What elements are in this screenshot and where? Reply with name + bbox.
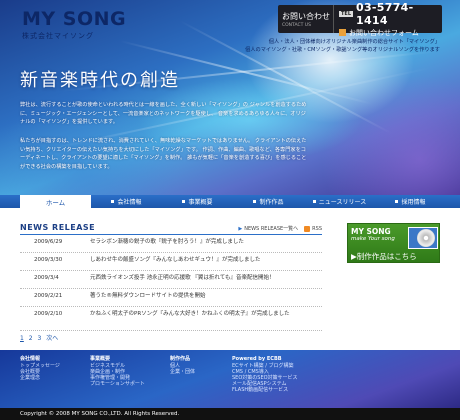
footer-link[interactable]: プロモーションサポート bbox=[90, 381, 145, 387]
footer-link[interactable]: FLASH動画配信サービス bbox=[232, 387, 298, 393]
tagline-line: 個人・法人・団体様向けオリジナル楽曲制作の総合サイト「マイソング」 bbox=[268, 39, 440, 45]
rss-link[interactable]: RSS bbox=[312, 226, 322, 232]
nav-item-business[interactable]: 事業概要 bbox=[162, 195, 233, 208]
news-item[interactable]: 2009/6/29 セラシボン漸穂の鋭子の歌『鋭子を肘ろう！』が完成しました bbox=[20, 235, 322, 253]
news-headline[interactable]: しあわせ牛の飯盛ソング『みんなしあわせギュウ！』が完成しました bbox=[90, 257, 322, 265]
footer-heading[interactable]: 制作作品 bbox=[170, 356, 195, 362]
hero-title: 新音楽時代の創造 bbox=[20, 70, 180, 91]
banner-title: MY SONG bbox=[351, 227, 391, 236]
page-link[interactable]: 2 bbox=[29, 335, 33, 342]
header-tagline: 個人・法人・団体様向けオリジナル楽曲制作の総合サイト「マイソング」 個人のマイソ… bbox=[245, 38, 440, 54]
banner-cta: ▶制作作品はこちら bbox=[351, 252, 417, 261]
hero-paragraph: 弊社は、流行することが歌の使命といわれる時代とは一線を画した、全く新しい「マイソ… bbox=[20, 102, 307, 125]
news-date: 2009/2/21 bbox=[34, 293, 63, 299]
contact-link[interactable]: お問い合わせ CONTACT US bbox=[278, 5, 334, 33]
nav-label: ニュースリリース bbox=[318, 199, 367, 206]
nav-label: 採用情報 bbox=[401, 199, 426, 206]
bullet-icon bbox=[182, 200, 186, 203]
page-link[interactable]: 3 bbox=[38, 335, 42, 342]
news-date: 2009/3/30 bbox=[34, 257, 63, 263]
footer-link[interactable]: 企業・団体 bbox=[170, 369, 195, 375]
phone-number: 03-5774-1414 bbox=[356, 0, 414, 27]
main-nav: ホーム 会社情報 事業概要 制作作品 ニュースリリース 採用情報 bbox=[0, 195, 460, 208]
nav-item-recruit[interactable]: 採用情報 bbox=[375, 195, 446, 208]
footer-column: 会社情報 トップメッセージ 会社概要 企業理念 bbox=[20, 356, 60, 381]
site-logo[interactable]: MY SONG 株式会社マイソング bbox=[22, 8, 126, 41]
contact-form-label: お問い合わせフォーム bbox=[349, 28, 419, 37]
news-headline[interactable]: かねふく明太子のPRソング『みんな大好き！かねふくの明太子』が完成しました bbox=[90, 311, 322, 319]
nav-label: 会社情報 bbox=[117, 199, 142, 206]
pagination: 1 2 3 次へ bbox=[20, 333, 322, 342]
bullet-icon bbox=[312, 200, 316, 203]
nav-item-works[interactable]: 制作作品 bbox=[233, 195, 304, 208]
logo-wordmark: MY SONG bbox=[22, 8, 127, 30]
next-page-link[interactable]: 次へ bbox=[46, 335, 58, 342]
news-list-link[interactable]: NEWS RELEASE一覧へ bbox=[244, 225, 298, 232]
nav-item-company[interactable]: 会社情報 bbox=[91, 195, 162, 208]
footer-heading[interactable]: 事業概要 bbox=[90, 356, 145, 362]
tel-badge: TEL bbox=[339, 10, 354, 17]
nav-label: ホーム bbox=[45, 198, 66, 207]
news-item[interactable]: 2009/2/21 著うた®無料ダウンロードサイトの提供を開始 bbox=[20, 289, 322, 307]
footer-column: Powered by ECBB ECサイト構築 / ブログ構築 CMS / CM… bbox=[232, 356, 298, 393]
footer-link[interactable]: 企業理念 bbox=[20, 375, 60, 381]
bullet-icon bbox=[395, 200, 399, 203]
rss-icon[interactable] bbox=[304, 225, 311, 232]
bullet-icon bbox=[253, 200, 257, 203]
footer-column: 制作作品 個人 企業・団体 bbox=[170, 356, 195, 375]
contact-sublabel: CONTACT US bbox=[282, 22, 311, 28]
news-date: 2009/6/29 bbox=[34, 239, 63, 245]
tagline-line: 個人のマイソング・社歌・CMソング・歌謡ソング等のオリジナルソングを作ります bbox=[245, 47, 440, 53]
arrow-icon bbox=[339, 29, 346, 36]
news-title: NEWS RELEASE bbox=[20, 223, 96, 232]
news-headline[interactable]: 著うた®無料ダウンロードサイトの提供を開始 bbox=[90, 293, 322, 301]
news-item[interactable]: 2009/3/4 元西鉄ライオンズ投手 池永正明の応援歌 『翼は折れても』音楽配… bbox=[20, 271, 322, 289]
bullet-icon bbox=[111, 200, 115, 203]
footer-heading[interactable]: 会社情報 bbox=[20, 356, 60, 362]
news-date: 2009/2/10 bbox=[34, 311, 63, 317]
contact-box: お問い合わせ CONTACT US TEL 03-5774-1414 お問い合わ… bbox=[278, 1, 442, 37]
logo-company-name: 株式会社マイソング bbox=[22, 32, 94, 40]
nav-label: 制作作品 bbox=[259, 199, 284, 206]
news-headline[interactable]: 元西鉄ライオンズ投手 池永正明の応援歌 『翼は折れても』音楽配信開始！ bbox=[90, 275, 322, 283]
contact-form-button[interactable]: お問い合わせフォーム bbox=[339, 28, 442, 38]
news-item[interactable]: 2009/3/30 しあわせ牛の飯盛ソング『みんなしあわせギュウ！』が完成しまし… bbox=[20, 253, 322, 271]
footer-heading[interactable]: Powered by ECBB bbox=[232, 356, 298, 362]
nav-item-home[interactable]: ホーム bbox=[20, 195, 91, 208]
cd-disc-icon bbox=[417, 229, 435, 247]
copyright: Copyright © 2008 MY SONG CO.,LTD. All Ri… bbox=[0, 408, 460, 420]
contact-label: お問い合わせ bbox=[282, 11, 330, 21]
news-headline[interactable]: セラシボン漸穂の鋭子の歌『鋭子を肘ろう！』が完成しました bbox=[90, 239, 322, 247]
works-banner[interactable]: MY SONG make Your song ▶制作作品はこちら bbox=[347, 223, 440, 263]
hero-visual: MY SONG 株式会社マイソング お問い合わせ CONTACT US TEL … bbox=[0, 0, 460, 195]
banner-subtitle: make Your song bbox=[351, 236, 395, 242]
page-link[interactable]: 1 bbox=[20, 335, 24, 342]
footer: 会社情報 トップメッセージ 会社概要 企業理念 事業概要 ビジネスモデル 楽曲企… bbox=[0, 350, 460, 408]
news-header: NEWS RELEASE ▶ NEWS RELEASE一覧へ RSS bbox=[20, 223, 322, 235]
news-section: NEWS RELEASE ▶ NEWS RELEASE一覧へ RSS 2009/… bbox=[20, 223, 322, 342]
news-item[interactable]: 2009/2/10 かねふく明太子のPRソング『みんな大好き！かねふくの明太子』… bbox=[20, 307, 322, 331]
hero-paragraph: 私たちが目指すのは、トレンドに流され、消費されていく、無味乾燥なマーケットではあ… bbox=[20, 138, 307, 170]
footer-column: 事業概要 ビジネスモデル 楽曲企画・制作 事作権管理・開発 プロモーションサポー… bbox=[90, 356, 145, 387]
nav-item-news[interactable]: ニュースリリース bbox=[304, 195, 375, 208]
nav-label: 事業概要 bbox=[188, 199, 213, 206]
arrow-right-icon: ▶ bbox=[238, 225, 243, 232]
news-date: 2009/3/4 bbox=[34, 275, 59, 281]
